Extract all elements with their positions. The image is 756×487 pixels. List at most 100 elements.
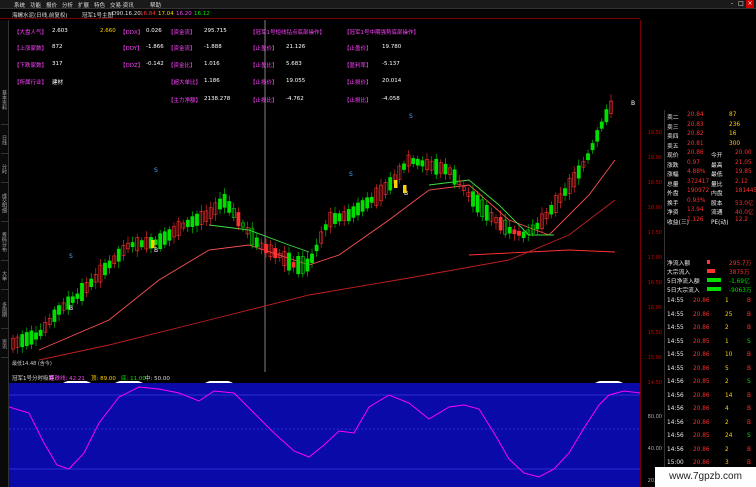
quote-cell-b: 190972 — [687, 188, 710, 194]
tick-row: 14:56 20.86 4 B — [667, 406, 755, 414]
quote-cell-b: 0.97 — [687, 159, 700, 166]
tab-trade-detail[interactable]: 成交明细 — [1, 184, 8, 222]
flow-label: 5日大宗流入 — [667, 288, 700, 294]
quote-row: 卖四 20.82 16 — [667, 131, 755, 140]
label-down-count: 【下跌家数】 — [14, 63, 48, 69]
quote-cell-e: 19.85 — [735, 169, 752, 175]
tab-multi-period[interactable]: 多周期 — [1, 291, 8, 329]
tab-big-orders[interactable]: 大单 — [1, 262, 8, 290]
tick-s: B — [747, 392, 751, 399]
menu-item-analysis[interactable]: 分析 — [62, 1, 73, 9]
menu-item-quote[interactable]: 报价 — [46, 1, 57, 9]
label-fund-flow: 【资金流】 — [168, 30, 196, 36]
tick-v: 5 — [725, 365, 729, 372]
tick-v: 10 — [725, 352, 733, 358]
sell-signal-marker: S — [349, 171, 353, 178]
quote-cell-d: 流通 — [711, 210, 723, 216]
value-down-count: 317 — [52, 61, 63, 67]
price-scale: 19.50 19.00 18.50 18.00 17.50 17.00 16.5… — [640, 20, 664, 487]
tick-p: 20.86 — [693, 419, 710, 426]
tab-chip-distribution[interactable]: 筹码分布 — [1, 223, 8, 261]
flow-row: 净流入额 295.7万 — [667, 258, 755, 267]
candle-body — [604, 109, 609, 123]
label-ddz: 【DDZ】 — [120, 63, 144, 69]
tick-row: 14:56 20.85 2 S — [667, 379, 755, 387]
scale-label: 14.50 — [647, 380, 662, 386]
tick-s: S — [747, 338, 751, 345]
scale-label: 17.50 — [647, 230, 662, 236]
quote-cell-d: 股本 — [711, 200, 723, 207]
quote-cell-b: 4.88% — [687, 169, 706, 175]
candle-body — [517, 230, 521, 236]
tick-row: 14:55 20.86 25 B — [667, 312, 755, 320]
quote-panel: 卖二 20.84 87 卖三 20.83 236 卖四 20.82 16 卖五 20.81 300 现价… — [664, 110, 756, 487]
menu-item-help[interactable]: 帮助 — [150, 1, 161, 9]
candlestick-chart[interactable]: SBSBSBSB — [9, 20, 640, 372]
tab-news[interactable]: 资讯 — [1, 330, 8, 358]
candle-body — [38, 329, 43, 337]
minimize-button[interactable]: - — [728, 0, 736, 8]
candle-body — [103, 262, 107, 276]
value-main-net: 2138.278 — [204, 96, 231, 102]
menu-item-extend[interactable]: 扩展 — [78, 1, 89, 9]
candle-body — [586, 153, 590, 161]
menu-item-function[interactable]: 功能 — [30, 1, 41, 9]
indicator-name[interactable]: 冠军1号主图 — [82, 11, 113, 19]
candle-body — [507, 227, 512, 234]
tab-profile[interactable]: 基本资料 — [1, 75, 8, 125]
maximize-button[interactable]: □ — [737, 0, 745, 8]
tick-row: 14:56 20.85 24 S — [667, 433, 755, 441]
tab-daily[interactable]: 日线 — [1, 126, 8, 154]
tick-row: 14:55 20.86 5 B — [667, 366, 755, 374]
flow-label: 大宗流入 — [667, 270, 691, 276]
value-ddy: -1.866 — [146, 44, 164, 50]
quote-cell-e: 181445 — [735, 188, 756, 194]
tick-s: B — [747, 325, 751, 331]
tick-t: 14:55 — [667, 338, 684, 345]
label-short-take-profit: 【止盈价】 — [250, 46, 278, 52]
title-value-4: 16.12 — [194, 11, 210, 17]
candle-body — [337, 213, 342, 222]
tick-s: S — [747, 379, 751, 385]
tab-intraday[interactable]: 分时 — [1, 155, 8, 183]
chart-title-bar: 海螺水泥(日线,前复权) 冠军1号主图 D90.16.20 16.84 17.0… — [0, 10, 640, 19]
menu-item-system[interactable]: 系统 — [14, 1, 25, 9]
close-button[interactable]: × — [746, 0, 754, 8]
tick-p: 20.86 — [693, 446, 710, 453]
scale-label: 18.50 — [647, 180, 662, 186]
quote-cell-a: 卖五 — [667, 143, 679, 150]
tick-p: 20.86 — [693, 460, 710, 466]
candle-body — [227, 201, 232, 213]
tick-v: 3 — [725, 460, 729, 466]
menu-item-trade[interactable]: 交易·资讯 — [110, 1, 134, 9]
candle-body — [236, 212, 241, 227]
flow-value: 3875万 — [729, 270, 750, 276]
candle-body — [287, 252, 291, 271]
value-short-profit-ratio: 5.683 — [286, 61, 302, 67]
sell-signal-marker: S — [409, 113, 413, 120]
oscillator-fill — [9, 383, 640, 487]
candle-body — [291, 261, 296, 268]
label-super-large-ratio: 【超大单比】 — [168, 80, 202, 86]
mid-term-title: 【冠军1号中期强势底部操作】 — [344, 30, 420, 36]
tick-s: B — [747, 446, 751, 453]
tick-v: 25 — [725, 311, 733, 318]
tick-p: 20.85 — [693, 338, 710, 345]
quote-cell-b: 20.84 — [687, 112, 704, 118]
tick-v: 4 — [725, 406, 729, 412]
tick-row: 14:56 20.86 2 B — [667, 447, 755, 455]
oscillator-name: 冠军1号分时吸筹 — [12, 376, 54, 382]
ma-long-line — [38, 199, 616, 361]
oscillator-chart[interactable] — [9, 373, 640, 487]
flow-row: 大宗流入 3875万 — [667, 267, 755, 276]
quote-cell-d: 量比 — [711, 181, 723, 188]
osc-scale-label: 80.00 — [647, 414, 662, 420]
candle-body — [158, 233, 163, 250]
scale-label: 19.50 — [647, 130, 662, 136]
tick-p: 20.86 — [693, 352, 710, 358]
candle-body — [563, 188, 567, 196]
tick-s: B — [747, 365, 751, 372]
candle-body — [323, 224, 328, 231]
candle-body — [415, 158, 420, 166]
menu-item-special[interactable]: 特色 — [94, 1, 105, 9]
